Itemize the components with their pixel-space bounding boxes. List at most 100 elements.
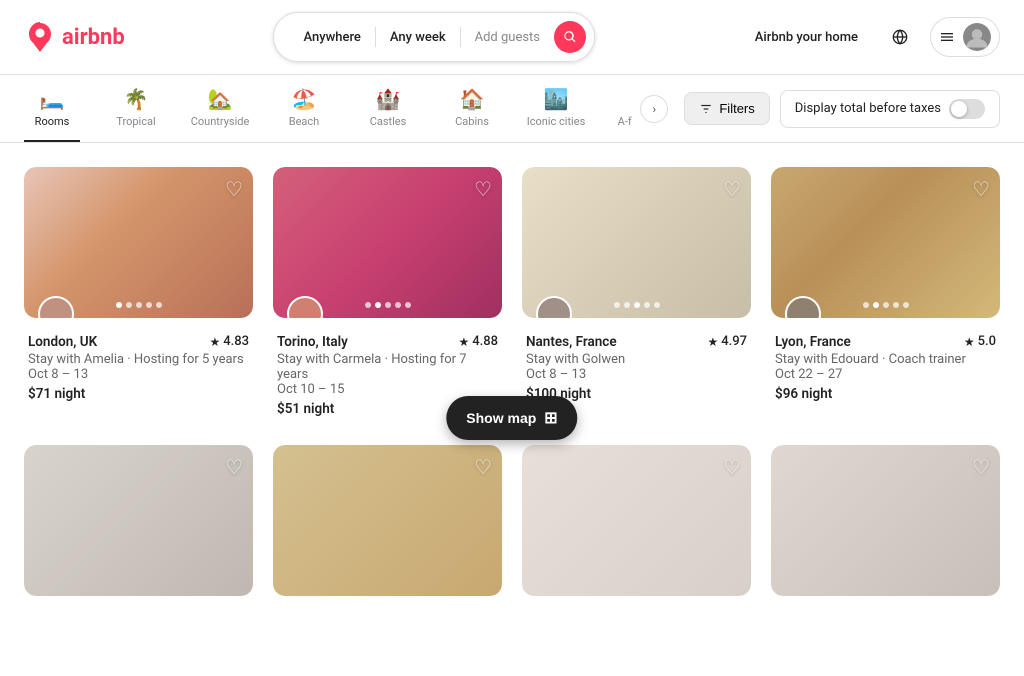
listing-image-wrap: ♡ <box>273 167 502 318</box>
listing-price: $96 night <box>775 386 996 402</box>
wishlist-button[interactable]: ♡ <box>474 177 492 202</box>
category-icon-countryside: 🏡 <box>208 89 233 109</box>
listing-card-bottom[interactable]: ♡ <box>24 445 253 596</box>
dot <box>146 302 152 308</box>
display-taxes-toggle[interactable] <box>949 99 985 119</box>
globe-button[interactable] <box>882 19 918 55</box>
dot <box>883 302 889 308</box>
listing-host: Stay with Golwen <box>526 352 747 367</box>
category-item-countryside[interactable]: 🏡 Countryside <box>192 75 248 142</box>
listing-card[interactable]: ♡ Nantes, France ★ 4.97 Stay with Golwen… <box>522 167 751 425</box>
star-icon: ★ <box>964 335 975 349</box>
user-menu[interactable] <box>930 17 1000 57</box>
rating-value: 4.97 <box>721 334 747 349</box>
category-item-tropical[interactable]: 🌴 Tropical <box>108 75 164 142</box>
filters-button[interactable]: Filters <box>684 92 769 125</box>
dot <box>136 302 142 308</box>
dot <box>624 302 630 308</box>
dot <box>116 302 122 308</box>
listing-image <box>273 445 502 596</box>
filter-icon <box>699 102 713 116</box>
category-nav: 🛏️ Rooms 🌴 Tropical 🏡 Countryside 🏖️ Bea… <box>0 75 1024 143</box>
listing-image-wrap: ♡ <box>771 445 1000 596</box>
categories-next-button[interactable]: › <box>640 95 668 123</box>
dot <box>863 302 869 308</box>
listing-host: Stay with Carmela · Hosting for 7 years <box>277 352 498 382</box>
wishlist-button[interactable]: ♡ <box>225 455 243 480</box>
listing-image <box>24 445 253 596</box>
listing-info: Lyon, France ★ 5.0 Stay with Edouard · C… <box>771 318 1000 410</box>
listing-rating: ★ 4.83 <box>209 334 249 349</box>
listing-price: $71 night <box>28 386 249 402</box>
search-bar[interactable]: Anywhere Any week Add guests <box>273 12 596 62</box>
wishlist-button[interactable]: ♡ <box>723 455 741 480</box>
listing-rating: ★ 5.0 <box>964 334 996 349</box>
listing-host: Stay with Amelia · Hosting for 5 years <box>28 352 249 367</box>
dot <box>365 302 371 308</box>
listing-card-bottom[interactable]: ♡ <box>522 445 751 596</box>
listing-rating: ★ 4.97 <box>707 334 747 349</box>
logo[interactable]: airbnb <box>24 21 125 53</box>
listing-location: Nantes, France <box>526 334 617 350</box>
listing-info: London, UK ★ 4.83 Stay with Amelia · Hos… <box>24 318 253 410</box>
display-taxes-toggle-row: Display total before taxes <box>780 90 1000 128</box>
category-item-iconic-cities[interactable]: 🏙️ Iconic cities <box>528 75 584 142</box>
listing-card[interactable]: ♡ Lyon, France ★ 5.0 Stay with Edouard ·… <box>771 167 1000 425</box>
category-icon-cabins: 🏠 <box>460 89 485 109</box>
wishlist-button[interactable]: ♡ <box>972 455 990 480</box>
category-item-castles[interactable]: 🏰 Castles <box>360 75 416 142</box>
dot <box>634 302 640 308</box>
search-button[interactable] <box>554 21 586 53</box>
listing-title-row: Lyon, France ★ 5.0 <box>775 334 996 350</box>
star-icon: ★ <box>209 335 220 349</box>
category-item-rooms[interactable]: 🛏️ Rooms <box>24 75 80 142</box>
listing-image-wrap: ♡ <box>273 445 502 596</box>
location-search[interactable]: Anywhere <box>290 28 375 47</box>
show-map-button[interactable]: Show map ⊞ <box>446 396 577 440</box>
category-label-beach: Beach <box>289 115 320 128</box>
listing-dates: Oct 8 – 13 <box>526 367 747 382</box>
guests-search[interactable]: Add guests <box>461 28 554 47</box>
header: airbnb Anywhere Any week Add guests Airb… <box>0 0 1024 75</box>
category-item-cabins[interactable]: 🏠 Cabins <box>444 75 500 142</box>
airbnb-your-home-link[interactable]: Airbnb your home <box>743 22 870 53</box>
dot <box>893 302 899 308</box>
search-icon <box>563 30 577 44</box>
dot <box>614 302 620 308</box>
dot <box>395 302 401 308</box>
dot <box>375 302 381 308</box>
dot <box>405 302 411 308</box>
listing-card-bottom[interactable]: ♡ <box>273 445 502 596</box>
star-icon: ★ <box>707 335 718 349</box>
category-item-beach[interactable]: 🏖️ Beach <box>276 75 332 142</box>
filter-section: Filters Display total before taxes <box>668 80 1000 138</box>
wishlist-button[interactable]: ♡ <box>972 177 990 202</box>
wishlist-button[interactable]: ♡ <box>225 177 243 202</box>
logo-text: airbnb <box>62 25 125 50</box>
category-icon-iconic-cities: 🏙️ <box>544 89 569 109</box>
wishlist-button[interactable]: ♡ <box>474 455 492 480</box>
listing-location: Lyon, France <box>775 334 851 350</box>
listing-image-wrap: ♡ <box>24 445 253 596</box>
globe-icon <box>892 29 908 45</box>
listing-card[interactable]: ♡ London, UK ★ 4.83 Stay with Amelia · H… <box>24 167 253 425</box>
dot <box>385 302 391 308</box>
rating-value: 4.83 <box>223 334 249 349</box>
rating-value: 5.0 <box>978 334 996 349</box>
dot <box>156 302 162 308</box>
listing-card[interactable]: ♡ Torino, Italy ★ 4.88 Stay with Carmela… <box>273 167 502 425</box>
wishlist-button[interactable]: ♡ <box>723 177 741 202</box>
toggle-thumb <box>951 101 967 117</box>
category-label-rooms: Rooms <box>35 115 70 128</box>
category-label-iconic-cities: Iconic cities <box>527 115 585 128</box>
category-icon-rooms: 🛏️ <box>40 89 65 109</box>
listing-dates: Oct 10 – 15 <box>277 382 498 397</box>
listing-host: Stay with Edouard · Coach trainer <box>775 352 996 367</box>
dates-search[interactable]: Any week <box>376 28 460 47</box>
image-dots <box>863 302 909 308</box>
listing-grid: ♡ London, UK ★ 4.83 Stay with Amelia · H… <box>24 167 1000 425</box>
display-taxes-label: Display total before taxes <box>795 101 941 116</box>
listing-dates: Oct 8 – 13 <box>28 367 249 382</box>
category-item-a-frames[interactable]: 🔺 A-frames <box>612 75 632 142</box>
listing-card-bottom[interactable]: ♡ <box>771 445 1000 596</box>
